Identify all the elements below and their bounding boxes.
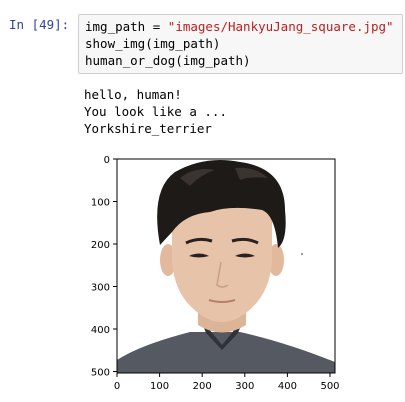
x-tick-label: 100 <box>150 381 169 392</box>
x-tick-label: 500 <box>320 381 339 392</box>
x-axis: 0 100 200 300 400 500 <box>114 373 340 392</box>
x-tick-label: 400 <box>278 381 297 392</box>
y-tick-label: 300 <box>91 283 110 294</box>
y-tick-label: 0 <box>104 155 110 166</box>
y-tick-label: 100 <box>91 198 110 209</box>
y-tick-label: 400 <box>91 325 110 336</box>
x-tick-label: 300 <box>235 381 254 392</box>
y-axis: 0 100 200 300 400 500 <box>91 155 117 379</box>
x-tick-label: 200 <box>193 381 212 392</box>
image-plot: 0 100 200 300 400 500 0 100 200 300 400 … <box>91 155 340 392</box>
x-tick-label: 0 <box>114 381 120 392</box>
photo <box>117 159 335 373</box>
y-tick-label: 200 <box>91 240 110 251</box>
y-tick-label: 500 <box>91 368 110 379</box>
